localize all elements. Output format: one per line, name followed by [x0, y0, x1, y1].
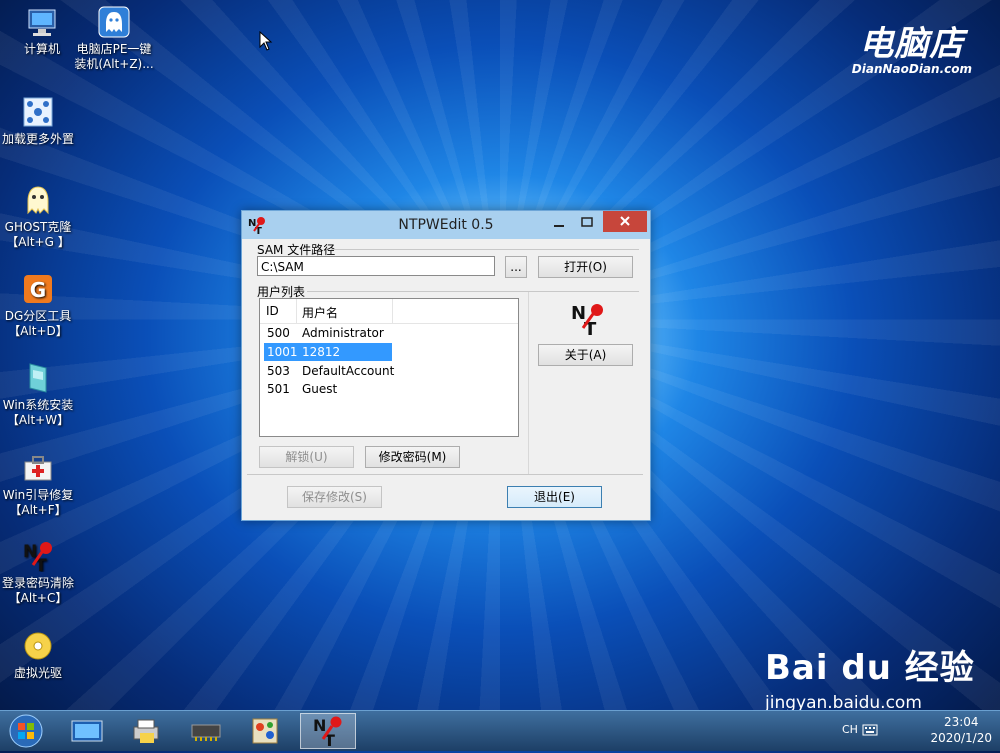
ime-indicator[interactable]: CH [842, 723, 858, 736]
brand-name: 电脑店 [859, 24, 965, 64]
windows-install-icon [22, 362, 54, 394]
desktop-icon-label: Win引导修复 【Alt+F】 [2, 488, 74, 517]
minimize-button[interactable] [546, 213, 572, 233]
system-clock[interactable]: 23:04 2020/1/20 [930, 714, 992, 746]
desktop-icon-pe-installer[interactable]: 电脑店PE一键 装机(Alt+Z)... [72, 6, 156, 72]
desktop-icon-label: Win系统安装 【Alt+W】 [2, 398, 74, 427]
column-header-id[interactable]: ID [266, 304, 279, 318]
close-button[interactable] [603, 211, 647, 232]
desktop-icon-win-install[interactable]: Win系统安装 【Alt+W】 [0, 362, 80, 428]
clock-date: 2020/1/20 [930, 731, 992, 745]
desktop-icon-boot-repair[interactable]: Win引导修复 【Alt+F】 [0, 452, 80, 518]
maximize-button[interactable] [574, 213, 600, 233]
boot-repair-icon [22, 452, 54, 484]
user-list[interactable]: ID 用户名 500 Administrator 1001 12812 503 … [259, 298, 519, 437]
exit-button[interactable]: 退出(E) [507, 486, 602, 508]
browse-button[interactable]: ... [505, 256, 527, 278]
taskbar: NT CH 23:04 2020/1/20 [0, 710, 1000, 751]
tools-icon [252, 718, 278, 744]
ntpwedit-icon: NT [313, 716, 342, 750]
divider [331, 249, 639, 250]
unlock-button[interactable]: 解锁(U) [259, 446, 354, 468]
desktop-icon-load-external[interactable]: 加载更多外置 [0, 96, 80, 147]
user-id: 503 [267, 364, 290, 378]
ghost-installer-icon [98, 6, 130, 38]
close-icon [620, 216, 630, 226]
ntpwedit-logo-icon: NT [569, 301, 605, 340]
user-row[interactable]: 503 DefaultAccount [264, 362, 395, 380]
about-button[interactable]: 关于(A) [538, 344, 633, 366]
user-name: DefaultAccount [302, 364, 395, 378]
ghost-icon [22, 184, 54, 216]
minimize-icon [554, 225, 564, 227]
user-name: Administrator [302, 326, 384, 340]
taskbar-item-tools[interactable] [240, 713, 292, 749]
user-row-selected[interactable]: 1001 12812 [264, 343, 392, 361]
desktop-icon-label: 加载更多外置 [1, 132, 74, 146]
user-row[interactable]: 501 Guest [264, 380, 392, 398]
user-row[interactable]: 500 Administrator [264, 324, 392, 342]
desktop-icon-label: 虚拟光驱 [13, 666, 62, 680]
side-panel: NT [528, 292, 646, 474]
desktop-icon-ghost[interactable]: GHOST克隆 【Alt+G 】 [0, 184, 80, 250]
start-button[interactable] [6, 713, 46, 749]
desktop-icon-label: 电脑店PE一键 装机(Alt+Z)... [74, 42, 154, 71]
user-name: Guest [302, 382, 338, 396]
user-list-header: ID 用户名 [260, 299, 518, 324]
taskbar-item-ntpwedit[interactable]: NT [300, 713, 356, 750]
virtual-drive-icon [22, 630, 54, 662]
svg-text:G: G [30, 278, 46, 302]
change-password-button[interactable]: 修改密码(M) [365, 446, 460, 468]
save-changes-button[interactable]: 保存修改(S) [287, 486, 382, 508]
diskgenius-icon: G [22, 273, 54, 305]
desktop-icon-diskgenius[interactable]: G DG分区工具 【Alt+D】 [0, 273, 80, 339]
mouse-cursor-icon [259, 30, 273, 55]
clock-time: 23:04 [943, 715, 979, 729]
brand-url: DianNaoDian.com [851, 62, 972, 76]
divider [247, 474, 643, 475]
keyboard-icon[interactable] [862, 724, 878, 739]
taskbar-item-printer[interactable] [120, 713, 172, 749]
taskbar-item-explorer[interactable] [60, 713, 112, 749]
load-external-icon [22, 96, 54, 128]
window-titlebar[interactable]: NT NTPWEdit 0.5 [242, 211, 650, 239]
maximize-icon [581, 217, 593, 227]
desktop-icon-virtual-drive[interactable]: 虚拟光驱 [0, 630, 80, 681]
user-id: 500 [267, 326, 290, 340]
memory-chip-icon [191, 724, 221, 741]
user-id: 501 [267, 382, 290, 396]
baidu-watermark: Bai du 经验 jingyan.baidu.com [765, 640, 975, 713]
sam-path-input[interactable]: C:\SAM [257, 256, 495, 276]
window-client: SAM 文件路径 C:\SAM ... 打开(O) 用户列表 ID 用户名 50… [243, 240, 647, 518]
open-button[interactable]: 打开(O) [538, 256, 633, 278]
user-name: 12812 [302, 345, 341, 359]
taskbar-item-memory[interactable] [180, 713, 232, 749]
column-header-username[interactable]: 用户名 [302, 304, 338, 321]
password-clear-icon: NT [22, 540, 54, 576]
desktop-icon-label: GHOST克隆 【Alt+G 】 [4, 220, 72, 249]
desktop-icon-label: DG分区工具 【Alt+D】 [4, 309, 72, 338]
user-id: 1001 [267, 345, 298, 359]
watermark-title: Bai du 经验 [765, 648, 975, 688]
ntpwedit-window: NT NTPWEdit 0.5 SAM 文件路径 C:\SAM ... 打开(O… [241, 210, 651, 521]
desktop-icon-label: 登录密码清除 【Alt+C】 [1, 576, 74, 605]
computer-icon [26, 6, 58, 38]
monitor-icon [71, 720, 103, 742]
desktop-icon-password-clear[interactable]: NT 登录密码清除 【Alt+C】 [0, 540, 80, 606]
windows-logo-icon [9, 714, 43, 748]
brand-logo: 电脑店 DianNaoDian.com [852, 26, 972, 76]
printer-icon [133, 719, 159, 743]
